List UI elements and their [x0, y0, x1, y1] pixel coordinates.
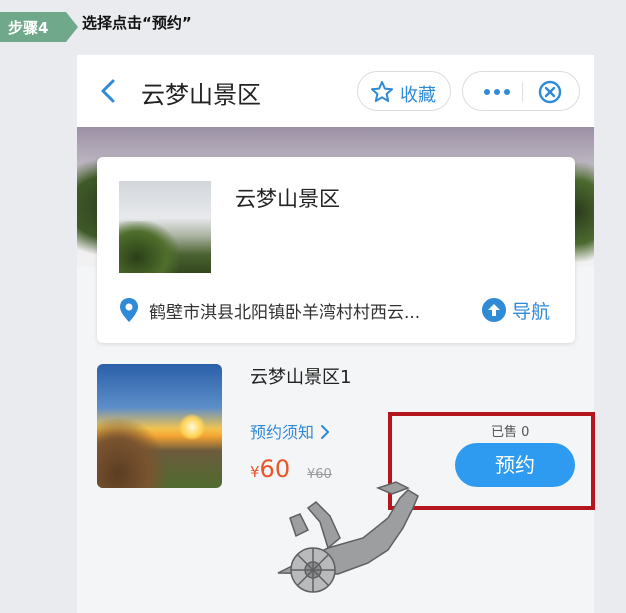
step-instruction: 选择点击“预约”	[82, 14, 192, 32]
thumbnail-rock	[97, 418, 167, 488]
favorite-button[interactable]: 收藏	[357, 71, 451, 111]
scenic-thumbnail	[119, 181, 211, 273]
step-badge: 步骤4	[0, 12, 80, 42]
mini-program-capsule	[462, 71, 580, 111]
page-title: 云梦山景区	[141, 81, 261, 109]
star-icon	[371, 81, 393, 102]
step-label: 步骤4	[8, 19, 49, 37]
chevron-right-icon	[321, 425, 330, 439]
address-text: 鹤壁市淇县北阳镇卧羊湾村村西云...	[149, 303, 421, 323]
currency-symbol: ¥	[250, 463, 260, 481]
scenic-name: 云梦山景区	[235, 187, 340, 211]
address-row: 鹤壁市淇县北阳镇卧羊湾村村西云... 导航	[119, 295, 559, 325]
navigate-button[interactable]: 导航	[482, 295, 562, 325]
thumbnail-hill	[119, 221, 179, 273]
booking-notice-label: 预约须知	[250, 423, 315, 442]
favorite-label: 收藏	[400, 85, 436, 106]
back-arrow-icon[interactable]	[97, 77, 121, 105]
more-icon[interactable]	[477, 82, 517, 102]
location-pin-icon	[120, 298, 138, 322]
navigate-label: 导航	[512, 301, 551, 323]
stone-chariot-statue	[277, 481, 419, 593]
thumbnail-sun	[179, 414, 205, 440]
navigation-arrow-icon	[482, 298, 506, 322]
product-name: 云梦山景区1	[250, 367, 352, 388]
top-bar: 云梦山景区 收藏	[77, 55, 594, 127]
close-circle-icon[interactable]	[537, 79, 563, 105]
capsule-divider	[522, 82, 523, 102]
product-thumbnail	[97, 364, 222, 488]
step-badge-arrow	[66, 12, 78, 42]
scenic-info-card: 云梦山景区 鹤壁市淇县北阳镇卧羊湾村村西云... 导航	[97, 157, 575, 343]
booking-notice-link[interactable]: 预约须知	[250, 419, 330, 443]
